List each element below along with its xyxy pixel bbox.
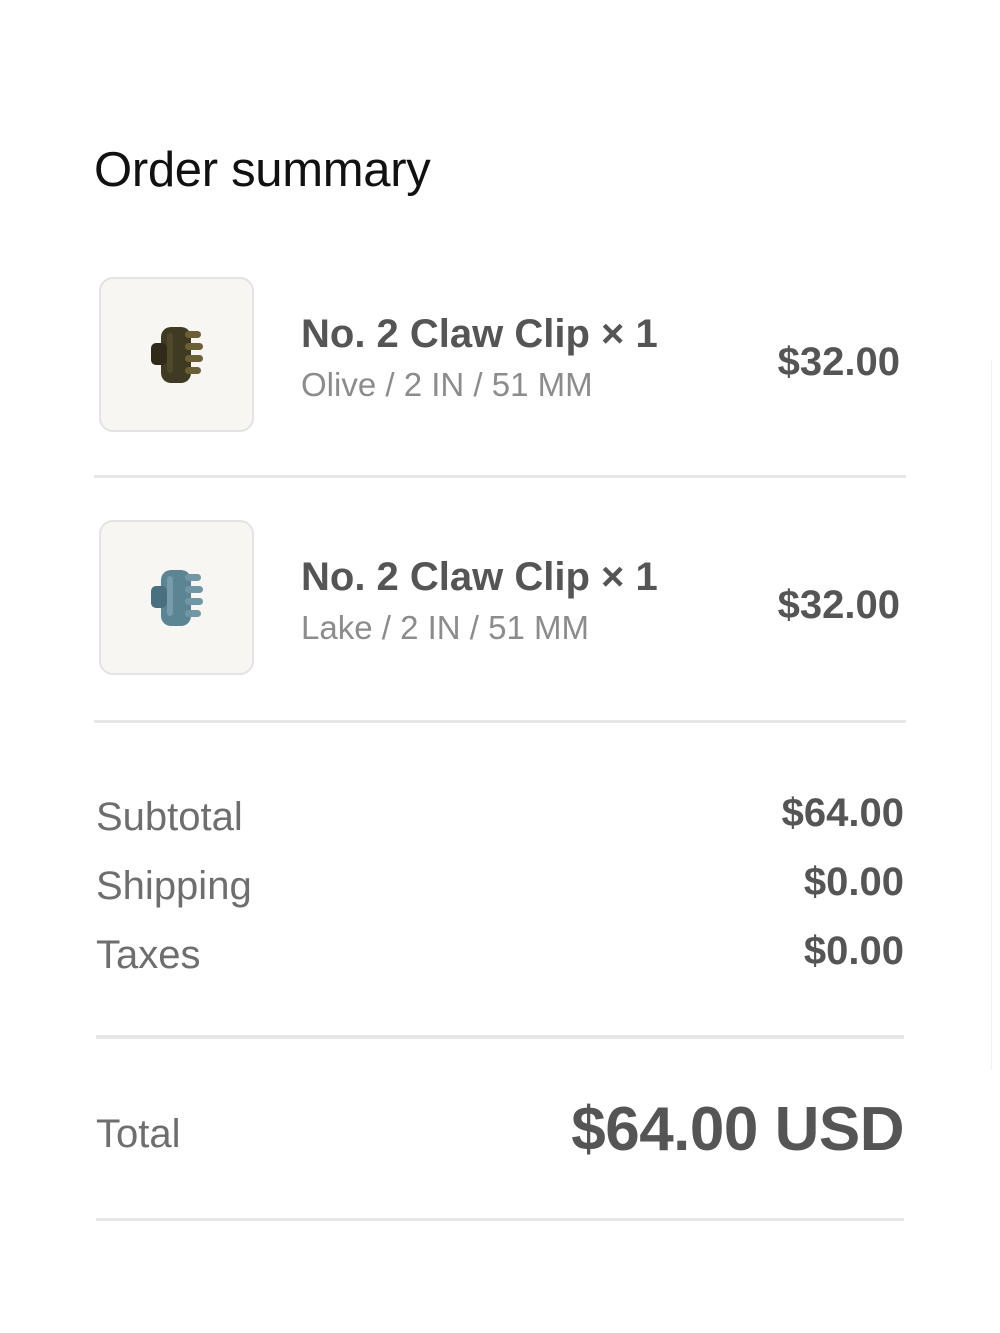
lake-claw-clip-image (151, 570, 203, 626)
product-thumbnail (99, 277, 254, 432)
line-item: No. 2 Claw Clip × 1 Lake / 2 IN / 51 MM … (94, 519, 906, 679)
taxes-value: $0.00 (803, 929, 904, 973)
scrollbar-track[interactable] (991, 360, 1000, 1070)
divider (94, 720, 906, 723)
item-variant: Lake / 2 IN / 51 MM (301, 609, 589, 646)
divider (94, 475, 906, 478)
subtotal-value: $64.00 (781, 791, 904, 835)
taxes-row: Taxes $0.00 (96, 929, 904, 983)
product-thumbnail (99, 520, 254, 675)
subtotal-label: Subtotal (96, 795, 243, 839)
olive-claw-clip-image (151, 327, 203, 383)
total-value: $64.00 USD (571, 1095, 904, 1164)
shipping-value: $0.00 (803, 860, 904, 904)
line-item: No. 2 Claw Clip × 1 Olive / 2 IN / 51 MM… (94, 276, 906, 436)
divider (96, 1218, 904, 1221)
taxes-label: Taxes (96, 933, 201, 977)
item-variant: Olive / 2 IN / 51 MM (301, 366, 593, 403)
item-price: $32.00 (777, 340, 900, 384)
item-name: No. 2 Claw Clip × 1 (301, 312, 658, 356)
shipping-label: Shipping (96, 864, 252, 908)
subtotal-row: Subtotal $64.00 (96, 791, 904, 845)
item-price: $32.00 (777, 583, 900, 627)
order-summary-heading: Order summary (94, 143, 431, 197)
divider (96, 1035, 904, 1039)
shipping-row: Shipping $0.00 (96, 860, 904, 914)
total-label: Total (96, 1112, 181, 1156)
item-name: No. 2 Claw Clip × 1 (301, 555, 658, 599)
